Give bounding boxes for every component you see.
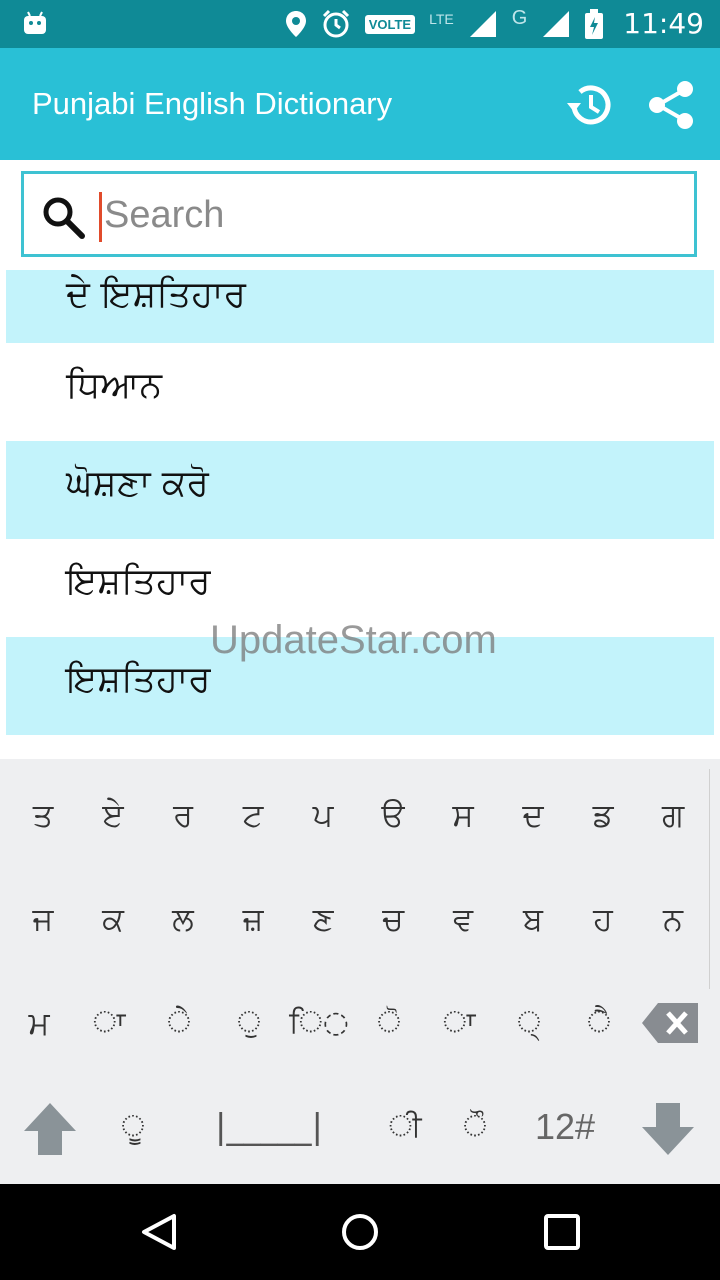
key[interactable]: ਸ xyxy=(428,765,498,865)
keyboard-row-1: ਤ ਏ ਰ ਟ ਪ ੳ ਸ ਦ ਡ ਗ xyxy=(0,765,720,865)
watermark: UpdateStar.com xyxy=(210,618,497,662)
key[interactable]: ◌ੇ xyxy=(144,973,214,1073)
key[interactable]: ਕ xyxy=(78,869,148,969)
key[interactable]: ਪ xyxy=(288,765,358,865)
volte-icon: VOLTE xyxy=(364,14,416,34)
key[interactable]: ◌ੋ xyxy=(354,973,424,1073)
signal-icon xyxy=(469,11,496,37)
nav-bar xyxy=(0,1184,720,1280)
list-item-text: ਘੋਸ਼ਣਾ ਕਰੋ xyxy=(66,463,209,504)
key[interactable]: ਣ xyxy=(288,869,358,969)
keyboard-row-3: ਮ ◌ਾ ◌ੇ ◌ੁ ਿ◌ ◌ੋ ◌ਾ ◌੍ ◌ੈ xyxy=(0,973,720,1073)
key[interactable]: ◌ੁ xyxy=(214,973,284,1073)
key[interactable]: ◌ੌ xyxy=(440,1077,510,1177)
key[interactable]: ਬ xyxy=(498,869,568,969)
list-item[interactable]: ਘੋਸ਼ਣਾ ਕਰੋ xyxy=(6,441,714,539)
search-input[interactable] xyxy=(104,186,664,244)
android-icon xyxy=(24,11,46,34)
keyboard: ਤ ਏ ਰ ਟ ਪ ੳ ਸ ਦ ਡ ਗ ਜ ਕ ਲ ਜ਼ ਣ ਚ ਵ ਬ ਹ ਨ… xyxy=(0,759,720,1184)
numbers-key[interactable]: 12# xyxy=(520,1077,610,1177)
key[interactable]: ਿ◌ xyxy=(284,973,354,1073)
key[interactable]: ਮ xyxy=(4,973,74,1073)
key[interactable]: ਹ xyxy=(568,869,638,969)
alarm-icon xyxy=(322,9,349,38)
key[interactable]: ◌ੈ xyxy=(564,973,634,1073)
key[interactable]: ਵ xyxy=(428,869,498,969)
key[interactable]: ੳ xyxy=(358,765,428,865)
list-item-text: ਇਸ਼ਤਿਹਾਰ xyxy=(66,561,211,602)
results-list: ਦੇ ਇਸ਼ਤਿਹਾਰ ਧਿਆਨ ਘੋਸ਼ਣਾ ਕਰੋ ਇਸ਼ਤਿਹਾਰ ਇਸ਼… xyxy=(6,270,714,735)
key[interactable]: ਏ xyxy=(78,765,148,865)
list-item-text: ਦੇ ਇਸ਼ਤਿਹਾਰ xyxy=(66,274,246,315)
recents-icon[interactable] xyxy=(542,1212,582,1252)
key[interactable]: ਚ xyxy=(358,869,428,969)
list-item-text: ਧਿਆਨ xyxy=(66,365,162,406)
key[interactable]: ਗ xyxy=(638,765,708,865)
key[interactable]: ਜ਼ xyxy=(218,869,288,969)
signal-icon-2 xyxy=(543,11,570,37)
status-bar: VOLTE LTE G 11:49 xyxy=(0,0,720,48)
share-icon[interactable] xyxy=(644,78,698,132)
key[interactable]: ◌ਾ xyxy=(74,973,144,1073)
backspace-icon[interactable] xyxy=(640,993,702,1053)
keyboard-row-4: ◌ੂ |_____| ◌ੀ ◌ੌ 12# xyxy=(0,1077,720,1177)
home-icon[interactable] xyxy=(340,1212,380,1252)
text-cursor xyxy=(99,192,102,242)
key[interactable]: ਨ xyxy=(638,869,708,969)
key[interactable]: ◌ਾ xyxy=(424,973,494,1073)
shift-icon[interactable] xyxy=(22,1099,78,1159)
key[interactable]: ਡ xyxy=(568,765,638,865)
space-key[interactable]: |_____| xyxy=(204,1077,334,1177)
history-icon[interactable] xyxy=(562,78,616,132)
back-icon[interactable] xyxy=(140,1212,180,1252)
key[interactable]: ◌ੀ xyxy=(370,1077,440,1177)
g-label: G xyxy=(511,6,528,29)
keyboard-row-2: ਜ ਕ ਲ ਜ਼ ਣ ਚ ਵ ਬ ਹ ਨ xyxy=(0,869,720,969)
clock: 11:49 xyxy=(623,7,704,40)
app-title: Punjabi English Dictionary xyxy=(32,86,393,121)
search-icon xyxy=(43,197,85,239)
list-item[interactable]: ਧਿਆਨ xyxy=(6,343,714,441)
battery-icon xyxy=(585,9,604,39)
search-box[interactable] xyxy=(21,171,697,257)
key[interactable]: ਟ xyxy=(218,765,288,865)
list-item-text: ਇਸ਼ਤਿਹਾਰ xyxy=(66,659,211,700)
key[interactable]: ◌੍ xyxy=(494,973,564,1073)
lte-label: LTE xyxy=(429,11,454,27)
key[interactable]: ਤ xyxy=(8,765,78,865)
key[interactable]: ◌ੂ xyxy=(98,1077,168,1177)
app-bar: Punjabi English Dictionary xyxy=(0,48,720,160)
hide-keyboard-icon[interactable] xyxy=(640,1099,696,1159)
key[interactable]: ਲ xyxy=(148,869,218,969)
list-item[interactable]: ਦੇ ਇਸ਼ਤਿਹਾਰ xyxy=(6,270,714,343)
key[interactable]: ਦ xyxy=(498,765,568,865)
location-icon xyxy=(285,11,306,37)
key[interactable]: ਰ xyxy=(148,765,218,865)
key[interactable]: ਜ xyxy=(8,869,78,969)
